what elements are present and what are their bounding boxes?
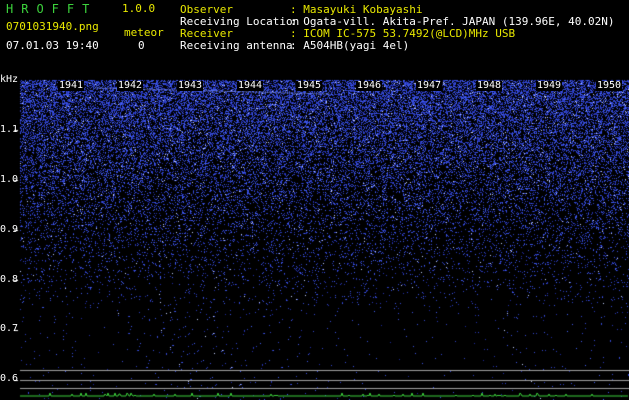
- x-tick-label: 1950: [596, 80, 623, 91]
- x-tick-label: 1949: [536, 80, 563, 91]
- x-tick-label: 1947: [416, 80, 443, 91]
- x-tick-label: 1943: [177, 80, 204, 91]
- date-time: 07.01.03 19:40: [6, 39, 99, 52]
- x-tick-label: 1945: [296, 80, 323, 91]
- x-tick-label: 1941: [58, 80, 85, 91]
- x-tick-label: 1946: [356, 80, 383, 91]
- header-panel: HROFFT 1.0.0 0701031940.png meteor 07.01…: [0, 0, 629, 74]
- y-tick-label: 0.9: [0, 224, 19, 235]
- spectrogram-canvas: [0, 74, 629, 400]
- x-tick-label: 1942: [117, 80, 144, 91]
- app-version: 1.0.0: [122, 2, 156, 15]
- antenna-label: Receiving antenna: [180, 39, 293, 52]
- x-tick-label: 1948: [476, 80, 503, 91]
- y-tick-label: 0.8: [0, 274, 19, 285]
- y-unit-label: kHz: [0, 74, 19, 85]
- y-tick-label: 1.0: [0, 174, 19, 185]
- y-tick-label: 0.6: [0, 373, 19, 384]
- x-tick-label: 1944: [237, 80, 264, 91]
- y-tick-label: 1.1: [0, 124, 19, 135]
- file-name: 0701031940.png: [6, 20, 99, 33]
- meteor-count: 0: [138, 39, 145, 52]
- y-tick-label: 0.7: [0, 323, 19, 334]
- meteor-label: meteor: [124, 26, 164, 39]
- app-title: HROFFT: [6, 2, 98, 16]
- antenna-value: : A504HB(yagi 4el): [290, 39, 410, 52]
